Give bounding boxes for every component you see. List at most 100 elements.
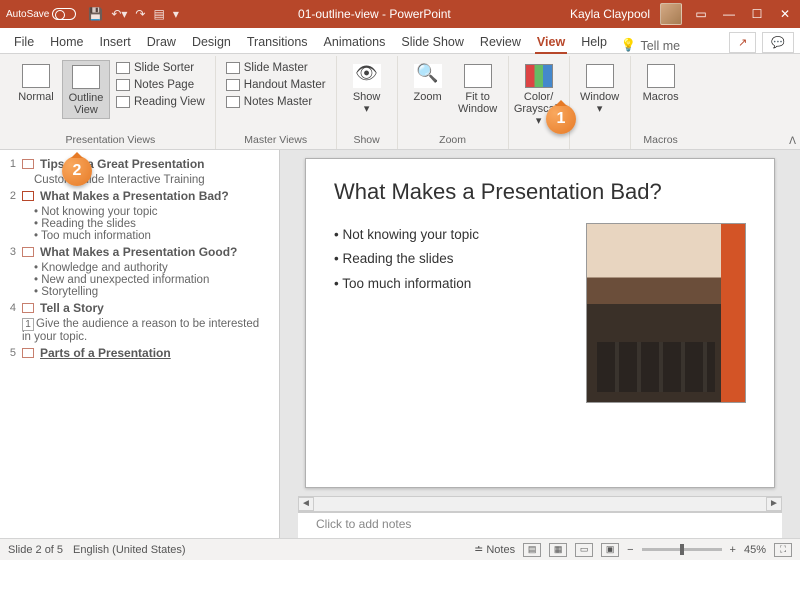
- group-zoom: 🔍Zoom Fit to Window Zoom: [398, 56, 509, 149]
- normal-view-button[interactable]: Normal: [12, 60, 60, 105]
- start-slideshow-icon[interactable]: ▤: [153, 7, 164, 21]
- group-window: Window▾: [570, 56, 631, 149]
- tab-draw[interactable]: Draw: [139, 31, 184, 53]
- slide-master-button[interactable]: Slide Master: [222, 60, 330, 76]
- slide-sorter-button[interactable]: Slide Sorter: [112, 60, 209, 76]
- tab-insert[interactable]: Insert: [92, 31, 139, 53]
- slide-thumb-icon: [22, 159, 34, 169]
- reading-view-icon[interactable]: ▭: [575, 543, 593, 557]
- window-icon: [586, 64, 614, 88]
- outline-slide-3[interactable]: 3What Makes a Presentation Good?: [4, 242, 271, 262]
- tab-view[interactable]: View: [529, 31, 573, 53]
- outline-view-button[interactable]: Outline View: [62, 60, 110, 119]
- group-macros: Macros Macros: [631, 56, 691, 149]
- outline-icon: [72, 65, 100, 89]
- outline-sub[interactable]: • Too much information: [34, 230, 271, 242]
- sorter-icon: [116, 62, 130, 74]
- ribbon-tabs: File Home Insert Draw Design Transitions…: [0, 28, 800, 54]
- document-title: 01-outline-view - PowerPoint: [179, 7, 570, 21]
- notes-toggle[interactable]: ≐ Notes: [474, 543, 515, 556]
- callout-1: 1: [546, 104, 576, 134]
- tab-design[interactable]: Design: [184, 31, 239, 53]
- slide-bullets[interactable]: • Not knowing your topic • Reading the s…: [334, 223, 574, 403]
- title-bar: AutoSave 💾 ↶▾ ↷ ▤ ▾ 01-outline-view - Po…: [0, 0, 800, 28]
- notes-pane[interactable]: Click to add notes: [298, 512, 782, 538]
- close-icon[interactable]: ✕: [776, 7, 794, 21]
- tab-help[interactable]: Help: [573, 31, 615, 53]
- handout-master-icon: [226, 79, 240, 91]
- tab-review[interactable]: Review: [472, 31, 529, 53]
- zoom-slider[interactable]: [642, 548, 722, 551]
- slide-thumb-icon: [22, 191, 34, 201]
- ribbon-options-icon[interactable]: ▭: [692, 7, 710, 21]
- comments-button[interactable]: 💬: [762, 32, 794, 53]
- group-show: 👁Show▾ Show: [337, 56, 398, 149]
- slide-title[interactable]: What Makes a Presentation Bad?: [334, 179, 746, 205]
- qat-more-icon[interactable]: ▾: [173, 7, 179, 21]
- scroll-left-icon[interactable]: ◄: [298, 497, 314, 511]
- minimize-icon[interactable]: —: [720, 7, 738, 21]
- show-icon: 👁: [353, 64, 381, 88]
- tab-transitions[interactable]: Transitions: [239, 31, 316, 53]
- zoom-level[interactable]: 45%: [744, 544, 766, 556]
- share-button[interactable]: ↗: [729, 32, 756, 53]
- reading-view-button[interactable]: Reading View: [112, 94, 209, 110]
- outline-sub[interactable]: • Not knowing your topic: [34, 206, 271, 218]
- tab-animations[interactable]: Animations: [316, 31, 394, 53]
- outline-sub[interactable]: • Storytelling: [34, 286, 271, 298]
- color-icon: [525, 64, 553, 88]
- tab-home[interactable]: Home: [42, 31, 91, 53]
- tab-file[interactable]: File: [6, 31, 42, 53]
- slide-canvas[interactable]: What Makes a Presentation Bad? • Not kno…: [305, 158, 775, 488]
- outline-pane[interactable]: 1Tips for a Great PresentationCustomGuid…: [0, 150, 280, 538]
- outline-sub[interactable]: • Knowledge and authority: [34, 262, 271, 274]
- zoom-out-icon[interactable]: −: [627, 544, 633, 556]
- zoom-button[interactable]: 🔍Zoom: [404, 60, 452, 105]
- outline-sub[interactable]: • Reading the slides: [34, 218, 271, 230]
- horizontal-scrollbar[interactable]: ◄ ►: [298, 496, 782, 512]
- sorter-view-icon[interactable]: ▦: [549, 543, 567, 557]
- notes-master-button[interactable]: Notes Master: [222, 94, 330, 110]
- slide-area: What Makes a Presentation Bad? • Not kno…: [280, 150, 800, 538]
- outline-sub[interactable]: • New and unexpected information: [34, 274, 271, 286]
- maximize-icon[interactable]: ☐: [748, 7, 766, 21]
- status-bar: Slide 2 of 5 English (United States) ≐ N…: [0, 538, 800, 560]
- scroll-right-icon[interactable]: ►: [766, 497, 782, 511]
- slide-image[interactable]: [586, 223, 746, 403]
- user-avatar[interactable]: [660, 3, 682, 25]
- outline-sub[interactable]: 1Give the audience a reason to be intere…: [22, 318, 271, 343]
- collapse-ribbon-icon[interactable]: ᐱ: [789, 136, 796, 147]
- zoom-icon: 🔍: [414, 64, 442, 88]
- window-button[interactable]: Window▾: [576, 60, 624, 117]
- slide-thumb-icon: [22, 303, 34, 313]
- slide-master-icon: [226, 62, 240, 74]
- slide-thumb-icon: [22, 247, 34, 257]
- notes-master-icon: [226, 96, 240, 108]
- tell-me-search[interactable]: 💡Tell me: [621, 38, 680, 53]
- zoom-in-icon[interactable]: +: [730, 544, 736, 556]
- redo-icon[interactable]: ↷: [135, 7, 145, 21]
- outline-slide-4[interactable]: 4Tell a Story: [4, 298, 271, 318]
- workspace: 1Tips for a Great PresentationCustomGuid…: [0, 150, 800, 538]
- show-button[interactable]: 👁Show▾: [343, 60, 391, 117]
- slideshow-view-icon[interactable]: ▣: [601, 543, 619, 557]
- language-status[interactable]: English (United States): [73, 544, 186, 556]
- macros-button[interactable]: Macros: [637, 60, 685, 105]
- fit-window-button[interactable]: Fit to Window: [454, 60, 502, 117]
- undo-icon[interactable]: ↶▾: [111, 7, 127, 21]
- ribbon: Normal Outline View Slide Sorter Notes P…: [0, 54, 800, 150]
- handout-master-button[interactable]: Handout Master: [222, 77, 330, 93]
- slide-thumb-icon: [22, 348, 34, 358]
- tab-slideshow[interactable]: Slide Show: [393, 31, 472, 53]
- outline-slide-1[interactable]: 1Tips for a Great Presentation: [4, 154, 271, 174]
- save-icon[interactable]: 💾: [88, 7, 103, 21]
- outline-slide-2[interactable]: 2What Makes a Presentation Bad?: [4, 186, 271, 206]
- user-name: Kayla Claypool: [570, 7, 650, 21]
- outline-slide-5[interactable]: 5Parts of a Presentation: [4, 343, 271, 363]
- slide-counter[interactable]: Slide 2 of 5: [8, 544, 63, 556]
- quick-access-toolbar: 💾 ↶▾ ↷ ▤ ▾: [88, 7, 178, 21]
- notes-page-button[interactable]: Notes Page: [112, 77, 209, 93]
- normal-view-icon[interactable]: ▤: [523, 543, 541, 557]
- fit-slide-icon[interactable]: ⛶: [774, 543, 792, 557]
- autosave-toggle[interactable]: AutoSave: [6, 8, 76, 20]
